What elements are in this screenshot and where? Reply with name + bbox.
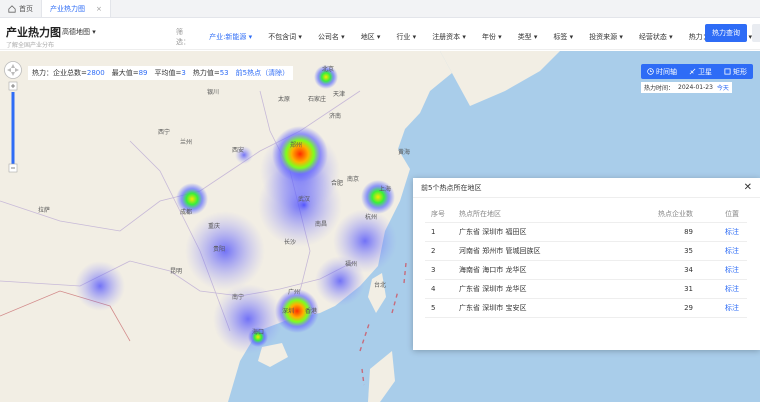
table-row: 1 广东省 深圳市 福田区 89 标注	[425, 222, 747, 242]
tab-home[interactable]: 首页	[0, 0, 41, 17]
stat-max: 最大值=89	[111, 69, 148, 77]
svg-text:南京: 南京	[347, 175, 359, 183]
rect-select-button[interactable]: 矩形	[724, 67, 747, 77]
svg-text:武汉: 武汉	[298, 195, 310, 203]
page-title: 产业热力图	[6, 26, 61, 39]
tab-close-icon[interactable]: ×	[96, 5, 102, 13]
filter-type[interactable]: 类型 ▾	[510, 32, 546, 42]
svg-text:郑州: 郑州	[290, 141, 302, 149]
stat-total: 热力：企业总数=2800	[32, 69, 105, 77]
clock-icon	[647, 68, 654, 75]
svg-text:杭州: 杭州	[365, 213, 377, 221]
heat-time: 热力时间： 2024-01-23 今天	[641, 82, 732, 93]
top5-dialog: 前5个热点所在地区 ✕ 序号 热点所在地区 热点企业数 位置 1 广东省 深圳市 …	[413, 178, 760, 350]
clear-link[interactable]: 清除	[268, 69, 282, 77]
filter-tag[interactable]: 标签 ▾	[545, 32, 581, 42]
stat-heat: 热力值=53	[192, 69, 229, 77]
filter-region[interactable]: 地区 ▾	[353, 32, 389, 42]
filter-investment[interactable]: 投资来源 ▾	[581, 32, 631, 42]
table-row: 2 河南省 郑州市 管城回族区 35 标注	[425, 241, 747, 261]
page-subtitle: 了解全国产业分布	[6, 42, 55, 49]
svg-text:西宁: 西宁	[158, 128, 170, 136]
table-row: 5 广东省 深圳市 宝安区 29 标注	[425, 298, 747, 318]
svg-text:深圳: 深圳	[282, 307, 294, 315]
svg-text:兰州: 兰州	[180, 138, 192, 146]
svg-text:南昌: 南昌	[315, 220, 327, 228]
header-loc: 位置	[707, 206, 747, 223]
tab-heatmap[interactable]: 产业热力图 ×	[41, 0, 111, 17]
today-link[interactable]: 今天	[717, 83, 729, 92]
svg-text:天津: 天津	[333, 91, 345, 98]
svg-text:香港: 香港	[305, 307, 317, 315]
header-idx: 序号	[425, 206, 459, 223]
dialog-title: 前5个热点所在地区	[421, 183, 482, 192]
svg-text:长沙: 长沙	[284, 238, 296, 246]
locate-link[interactable]: 标注	[725, 266, 739, 274]
map-type-select[interactable]: 高德地图 ▾	[62, 27, 96, 37]
heat-query-button[interactable]: 热力查询	[705, 24, 747, 42]
svg-text:黄海: 黄海	[398, 148, 410, 156]
filter-capital[interactable]: 注册资本 ▾	[424, 32, 474, 42]
filter-exclude-words[interactable]: 不包含词 ▾	[260, 32, 310, 42]
satellite-icon	[689, 68, 696, 75]
table-row: 4 广东省 深圳市 龙华区 31 标注	[425, 279, 747, 299]
filter-year[interactable]: 年份 ▾	[474, 32, 510, 42]
tab-bar: 首页 产业热力图 ×	[0, 0, 760, 18]
locate-link[interactable]: 标注	[725, 304, 739, 312]
svg-text:重庆: 重庆	[208, 222, 220, 230]
svg-text:昆明: 昆明	[170, 268, 182, 275]
table-row: 3 海南省 海口市 龙华区 34 标注	[425, 260, 747, 280]
filter-industry-type[interactable]: 行业 ▾	[388, 32, 424, 42]
top5-table: 序号 热点所在地区 热点企业数 位置 1 广东省 深圳市 福田区 89 标注 2 河南…	[425, 206, 747, 318]
svg-text:北京: 北京	[322, 65, 334, 73]
stat-avg: 平均值=3	[154, 69, 186, 77]
tab-heatmap-label: 产业热力图	[50, 4, 85, 13]
filter-company-name[interactable]: 公司名 ▾	[310, 32, 353, 42]
svg-text:广州: 广州	[288, 288, 300, 296]
header-region: 热点所在地区	[459, 206, 614, 223]
svg-text:西安: 西安	[232, 146, 244, 154]
zoom-control[interactable]	[3, 60, 23, 188]
rectangle-icon	[724, 68, 731, 75]
locate-link[interactable]: 标注	[725, 247, 739, 255]
svg-text:上海: 上海	[379, 185, 391, 193]
map-tools: 时间轴 卫星 矩形	[641, 64, 753, 79]
svg-text:太原: 太原	[278, 95, 290, 103]
filter-bar: 筛选： 产业:新能源 ▾ 不包含词 ▾ 公司名 ▾ 地区 ▾ 行业 ▾ 注册资本…	[176, 27, 760, 47]
filter-status[interactable]: 经营状态 ▾	[631, 32, 681, 42]
locate-link[interactable]: 标注	[725, 285, 739, 293]
map-type-label: 高德地图	[62, 28, 90, 36]
svg-text:南宁: 南宁	[232, 293, 244, 301]
page-header: 产业热力图 了解全国产业分布 高德地图 ▾ 筛选： 产业:新能源 ▾ 不包含词 …	[0, 18, 760, 50]
extra-button[interactable]	[752, 24, 760, 42]
svg-text:合肥: 合肥	[331, 179, 343, 187]
top5-link[interactable]: 前5热点（清除）	[236, 68, 289, 78]
locate-link[interactable]: 标注	[725, 228, 739, 236]
heat-stats-bar: 热力：企业总数=2800 最大值=89 平均值=3 热力值=53 前5热点（清除…	[28, 66, 294, 80]
filter-label: 筛选：	[176, 28, 190, 46]
svg-text:银川: 银川	[207, 88, 219, 96]
tab-home-label: 首页	[19, 4, 33, 13]
svg-text:石家庄: 石家庄	[308, 95, 326, 103]
timeline-button[interactable]: 时间轴	[647, 67, 677, 77]
svg-text:海口: 海口	[252, 328, 264, 336]
svg-text:拉萨: 拉萨	[38, 206, 50, 214]
svg-text:福州: 福州	[345, 260, 357, 268]
satellite-button[interactable]: 卫星	[689, 67, 712, 77]
svg-text:济南: 济南	[329, 112, 341, 120]
filter-industry[interactable]: 产业:新能源 ▾	[201, 32, 260, 42]
svg-text:成都: 成都	[180, 208, 192, 216]
svg-text:台北: 台北	[374, 281, 386, 289]
svg-text:贵阳: 贵阳	[213, 245, 225, 253]
home-icon	[8, 4, 16, 13]
close-icon[interactable]: ✕	[744, 182, 752, 193]
header-count: 热点企业数	[613, 206, 707, 223]
